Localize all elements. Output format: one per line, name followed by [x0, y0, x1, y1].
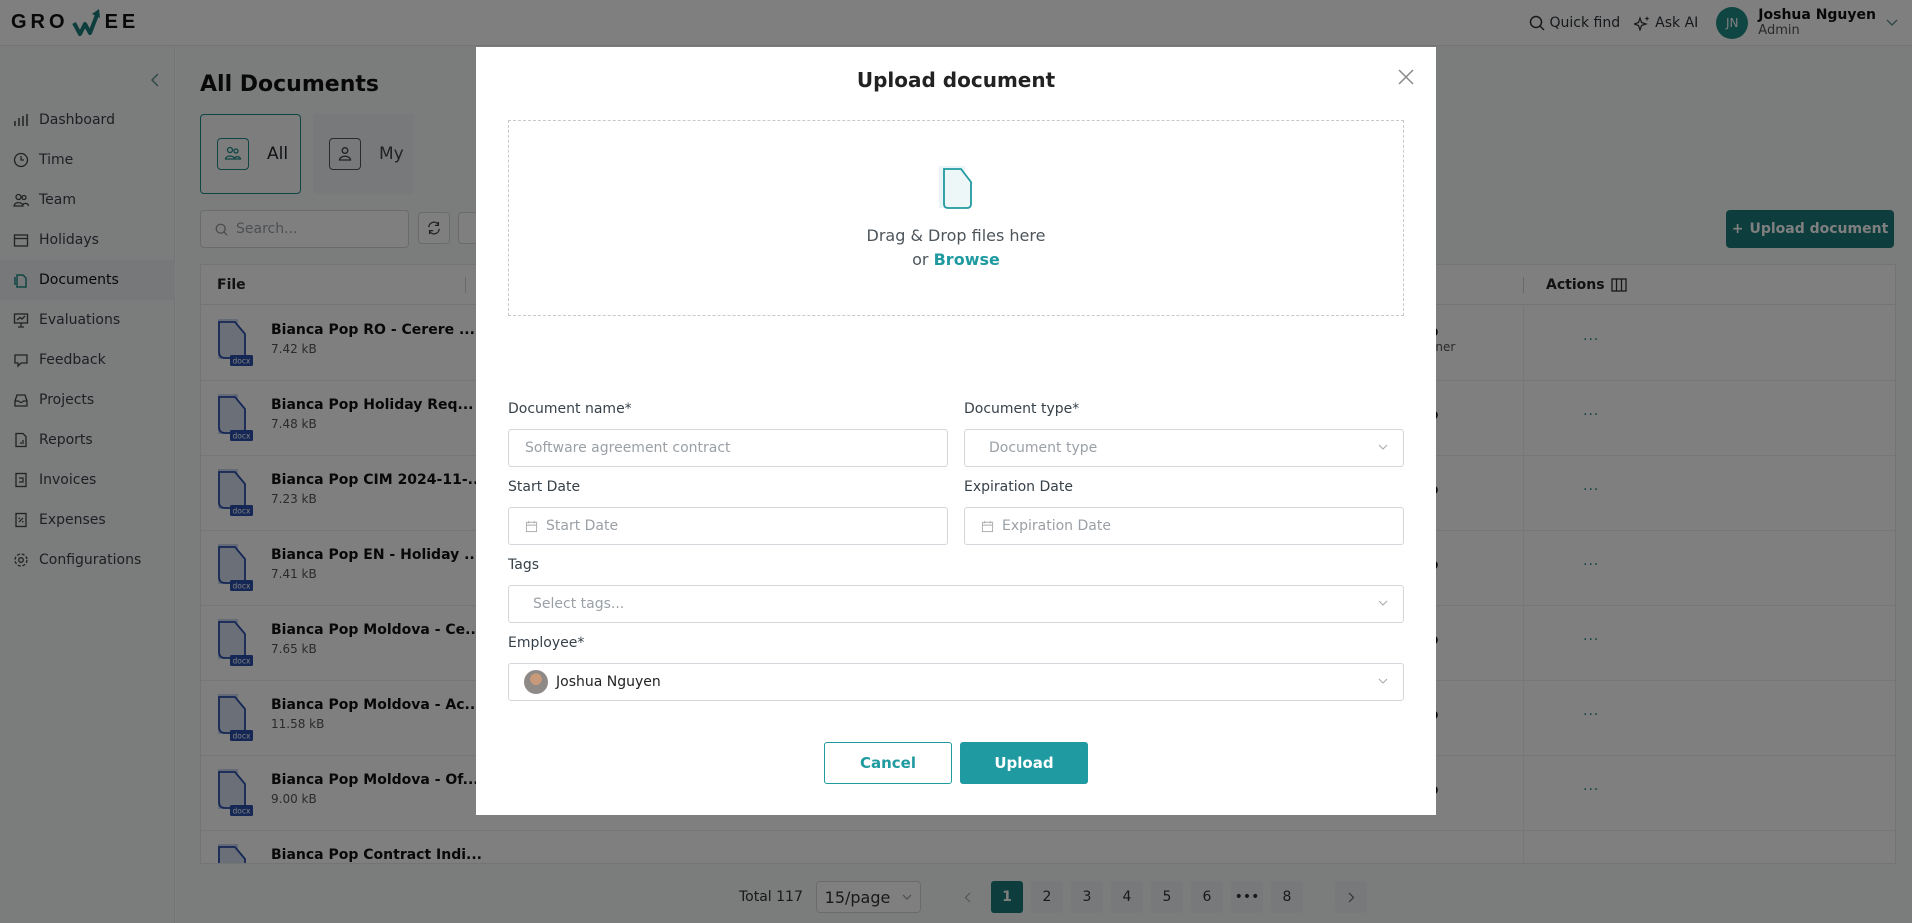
close-button[interactable]	[1394, 65, 1418, 89]
start-date-label: Start Date	[508, 479, 581, 495]
chevron-down-icon	[1378, 600, 1388, 606]
start-date-placeholder: Start Date	[546, 518, 619, 534]
employee-select[interactable]: Joshua Nguyen	[508, 663, 1404, 701]
calendar-icon	[525, 520, 538, 532]
chevron-down-icon	[1378, 444, 1388, 450]
upload-document-modal: Upload document Drag & Drop files here o…	[476, 47, 1436, 815]
cancel-button[interactable]: Cancel	[824, 742, 952, 784]
expiration-date-picker[interactable]: Expiration Date	[964, 507, 1404, 545]
file-icon	[939, 166, 972, 209]
expiration-date-label: Expiration Date	[964, 479, 1073, 495]
dropzone-text: Drag & Drop files here	[866, 226, 1046, 245]
file-dropzone[interactable]: Drag & Drop files here or Browse	[508, 120, 1404, 316]
employee-avatar	[524, 670, 548, 694]
start-date-picker[interactable]: Start Date	[508, 507, 948, 545]
document-type-label: Document type*	[964, 401, 1080, 417]
document-name-input[interactable]: Software agreement contract	[508, 429, 948, 467]
tags-label: Tags	[508, 557, 539, 573]
upload-button[interactable]: Upload	[960, 742, 1088, 784]
calendar-icon	[981, 520, 994, 532]
document-name-placeholder: Software agreement contract	[525, 440, 731, 456]
document-type-placeholder: Document type	[989, 440, 1098, 456]
expiration-date-placeholder: Expiration Date	[1002, 518, 1111, 534]
tags-placeholder: Select tags...	[533, 596, 625, 612]
modal-title: Upload document	[856, 68, 1056, 92]
browse-link[interactable]: Browse	[934, 250, 1000, 269]
document-type-select[interactable]: Document type	[964, 429, 1404, 467]
employee-label: Employee*	[508, 635, 585, 651]
dropzone-or: or	[912, 250, 929, 269]
employee-value: Joshua Nguyen	[556, 674, 661, 690]
close-icon	[1398, 69, 1414, 85]
tags-select[interactable]: Select tags...	[508, 585, 1404, 623]
chevron-down-icon	[1378, 678, 1388, 684]
document-name-label: Document name*	[508, 401, 632, 417]
